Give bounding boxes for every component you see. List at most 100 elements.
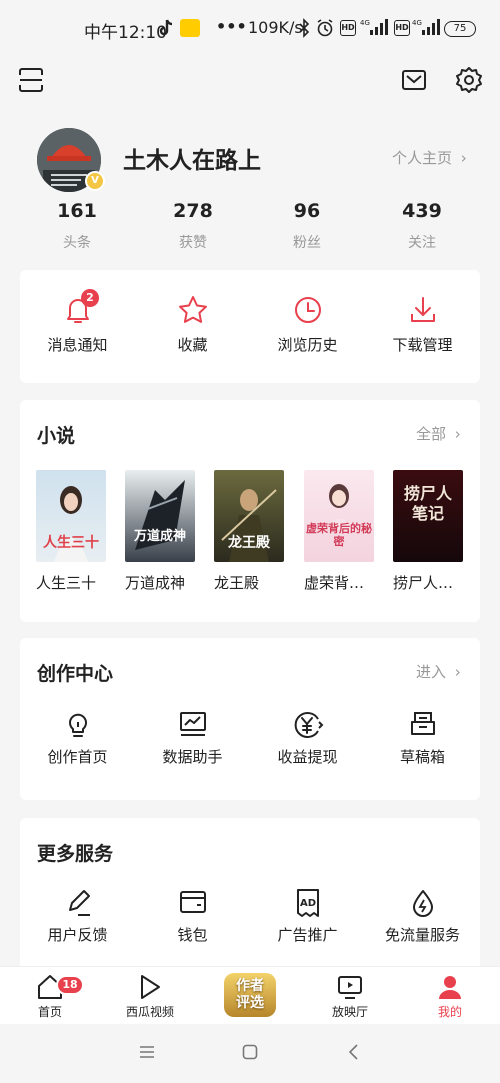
- nav-home-label: 首页: [37, 1005, 62, 1019]
- star-icon: [177, 294, 209, 328]
- alarm-icon: [316, 19, 334, 41]
- novels-all-link[interactable]: 全部 ›: [416, 423, 461, 444]
- homepage-link-label: 个人主页: [392, 149, 453, 167]
- stat-fans-value[interactable]: 96: [257, 200, 357, 222]
- novels-all-label: 全部: [416, 425, 447, 443]
- mail-icon[interactable]: [400, 66, 428, 94]
- drafts-label: 草稿箱: [399, 748, 445, 766]
- earnings-withdraw-label: 收益提现: [277, 748, 338, 766]
- creation-title: 创作中心: [37, 663, 114, 685]
- stat-likes-label: 获赞: [179, 235, 207, 251]
- chart-icon: [178, 710, 208, 740]
- user-icon: [436, 973, 464, 1004]
- bottom-nav: 首页 18 西瓜视频 作者评选 放映厅 我的: [0, 966, 500, 1025]
- system-nav-bar: [0, 1024, 500, 1083]
- book-cover: 万道成神: [125, 470, 195, 562]
- bulb-icon: [64, 710, 92, 740]
- book-item[interactable]: 人生三十 人生三十: [36, 470, 106, 593]
- book-cover-title: 捞尸人笔记: [403, 484, 452, 523]
- notifications-button[interactable]: 2 消息通知: [20, 289, 135, 355]
- tv-play-icon: [336, 973, 364, 1004]
- bluetooth-icon: [298, 18, 310, 42]
- favorites-button[interactable]: 收藏: [135, 294, 250, 355]
- back-icon[interactable]: [346, 1044, 362, 1064]
- wallet-button[interactable]: 钱包: [135, 888, 250, 945]
- data-assistant-button[interactable]: 数据助手: [135, 710, 250, 767]
- home-square-icon[interactable]: [242, 1044, 258, 1064]
- stat-following-label: 关注: [408, 235, 436, 251]
- book-cover-title: 万道成神: [133, 529, 186, 544]
- pen-icon: [64, 888, 92, 918]
- signal-icon-2: 4G: [412, 18, 440, 40]
- stat-posts-value[interactable]: 161: [27, 200, 127, 222]
- wallet-icon: [178, 888, 208, 918]
- book-cover: 虚荣背后的秘密: [304, 470, 374, 562]
- earnings-withdraw-button[interactable]: 收益提现: [250, 710, 365, 767]
- notifications-label: 消息通知: [47, 336, 108, 354]
- play-icon: [137, 973, 163, 1004]
- book-cover-title: 龙王殿: [228, 535, 270, 551]
- drafts-button[interactable]: 草稿箱: [365, 710, 480, 767]
- book-item[interactable]: 龙王殿 龙王殿: [214, 470, 284, 593]
- signal-icon: 4G: [360, 18, 388, 40]
- book-title: 龙王殿: [214, 574, 260, 592]
- username[interactable]: 土木人在路上: [123, 141, 261, 175]
- chevron-right-icon: ›: [460, 149, 467, 167]
- book-cover: 人生三十: [36, 470, 106, 562]
- downloads-button[interactable]: 下载管理: [365, 294, 480, 355]
- home-badge: 18: [56, 975, 84, 995]
- more-services-title: 更多服务: [37, 843, 114, 865]
- creation-home-button[interactable]: 创作首页: [20, 710, 135, 767]
- book-item[interactable]: 万道成神 万道成神: [125, 470, 195, 593]
- more-dots: •••: [216, 17, 247, 36]
- ad-promotion-label: 广告推广: [277, 926, 338, 944]
- verified-badge-icon: V: [85, 171, 105, 191]
- gear-icon[interactable]: [455, 66, 483, 94]
- hd-icon: HD: [340, 20, 356, 36]
- nav-mine[interactable]: 我的: [400, 973, 500, 1020]
- network-speed: 109K/s: [248, 18, 303, 37]
- creation-enter-link[interactable]: 进入 ›: [416, 661, 461, 682]
- svg-text:4G: 4G: [412, 19, 422, 27]
- notification-count-badge: 2: [81, 289, 99, 307]
- stat-posts-label: 头条: [63, 235, 91, 251]
- svg-text:4G: 4G: [360, 19, 370, 27]
- stat-following-value[interactable]: 439: [372, 200, 472, 222]
- tiktok-icon: [158, 19, 174, 41]
- quick-actions-card: 2 消息通知 收藏 浏览历史 下载管理: [20, 270, 480, 383]
- history-label: 浏览历史: [277, 336, 338, 354]
- author-vote-logo: 作者评选: [224, 973, 276, 1017]
- status-time: 中午12:10: [84, 23, 167, 43]
- author-vote-text: 作者评选: [236, 978, 264, 1011]
- history-button[interactable]: 浏览历史: [250, 294, 365, 355]
- book-title: 捞尸人…: [393, 574, 454, 592]
- nav-theater[interactable]: 放映厅: [300, 973, 400, 1020]
- nav-xigua-video[interactable]: 西瓜视频: [100, 973, 200, 1020]
- data-drop-icon: [410, 888, 436, 918]
- homepage-link[interactable]: 个人主页 ›: [392, 147, 467, 168]
- battery-indicator: 75: [444, 21, 476, 37]
- favorites-label: 收藏: [177, 336, 208, 354]
- downloads-label: 下载管理: [392, 336, 453, 354]
- ad-promotion-button[interactable]: AD 广告推广: [250, 888, 365, 945]
- status-bar: 中午12:10 ••• 109K/s HD 4G HD 4G 75: [0, 0, 500, 56]
- book-item[interactable]: 捞尸人笔记 捞尸人…: [393, 470, 463, 593]
- free-data-button[interactable]: 免流量服务: [365, 888, 480, 945]
- creation-home-label: 创作首页: [47, 748, 108, 766]
- feedback-button[interactable]: 用户反馈: [20, 888, 135, 945]
- book-item[interactable]: 虚荣背后的秘密 虚荣背…: [304, 470, 374, 593]
- menu-icon[interactable]: [139, 1044, 155, 1064]
- ad-icon: AD: [294, 888, 322, 918]
- more-services-card: 更多服务 用户反馈 钱包 AD 广告推广 免流量服务: [20, 818, 480, 966]
- book-title: 虚荣背…: [304, 574, 365, 592]
- scan-icon[interactable]: [17, 66, 45, 94]
- book-cover: 龙王殿: [214, 470, 284, 562]
- book-title: 人生三十: [36, 574, 97, 592]
- book-cover-title: 人生三十: [43, 535, 99, 551]
- stat-likes-value[interactable]: 278: [143, 200, 243, 222]
- nav-home[interactable]: 首页 18: [0, 973, 100, 1020]
- novels-card: 小说 全部 › 人生三十 人生三十 万道成神 万道成神 龙王殿 龙王殿 虚荣背后…: [20, 400, 480, 622]
- nav-author-vote[interactable]: 作者评选: [200, 967, 300, 1017]
- book-cover-title: 虚荣背后的秘密: [306, 522, 372, 548]
- wallet-label: 钱包: [177, 926, 208, 944]
